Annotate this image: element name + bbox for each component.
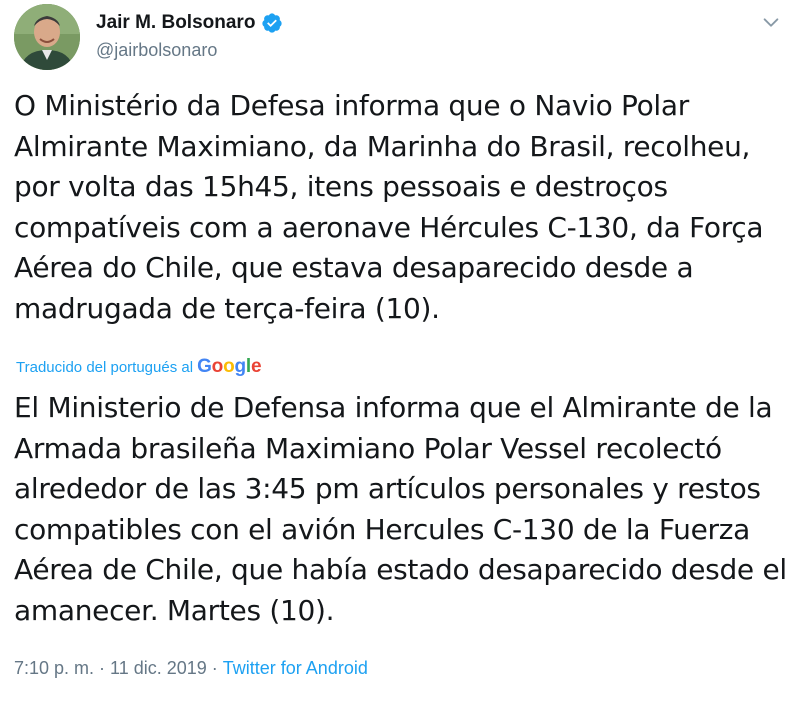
meta-separator: ·: [211, 658, 218, 678]
author-handle[interactable]: @jairbolsonaro: [96, 40, 217, 61]
google-logo: Google: [197, 356, 262, 377]
tweet-card: Jair M. Bolsonaro @jairbolsonaro O Minis…: [0, 0, 800, 705]
tweet-source-link[interactable]: Twitter for Android: [223, 658, 368, 679]
author-name-row[interactable]: Jair M. Bolsonaro: [96, 12, 283, 34]
verified-badge-icon: [261, 12, 283, 34]
avatar-photo-icon: [14, 4, 80, 70]
translation-label: Traducido del portugués al: [16, 358, 194, 376]
avatar[interactable]: [14, 4, 80, 70]
translation-attribution[interactable]: Traducido del portugués al Google: [16, 356, 262, 378]
author-display-name[interactable]: Jair M. Bolsonaro: [96, 12, 255, 34]
tweet-text: O Ministério da Defesa informa que o Nav…: [14, 89, 764, 325]
translated-text: El Ministerio de Defensa informa que el …: [14, 391, 787, 627]
tweet-timestamp[interactable]: 7:10 p. m. · 11 dic. 2019: [14, 658, 207, 679]
tweet-meta: 7:10 p. m. · 11 dic. 2019 · Twitter for …: [14, 658, 368, 679]
chevron-down-icon[interactable]: [760, 12, 782, 34]
